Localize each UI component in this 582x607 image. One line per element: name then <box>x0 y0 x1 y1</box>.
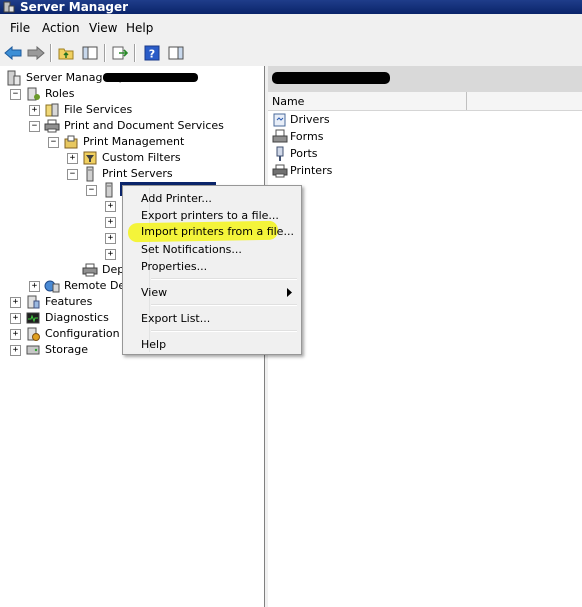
column-header-row: Name <box>268 92 582 111</box>
export-list-icon[interactable] <box>110 43 130 63</box>
tree-label-file-services: File Services <box>64 103 133 116</box>
expand-toggle[interactable]: + <box>29 105 40 116</box>
tree-item-roles[interactable]: − Roles <box>0 86 264 102</box>
menu-item-add-printer[interactable]: Add Printer... <box>141 192 212 205</box>
printer-icon <box>44 119 60 133</box>
collapse-toggle[interactable]: − <box>29 121 40 132</box>
tree-item-child-4[interactable]: + <box>0 246 130 262</box>
tree-item-server-manager[interactable]: Server Manager ( <box>0 70 264 86</box>
help-icon[interactable]: ? <box>142 43 162 63</box>
menu-separator <box>151 304 297 306</box>
list-item-forms: Forms <box>290 130 324 143</box>
details-pane[interactable]: Name Drivers Forms Ports Printers <box>268 66 582 607</box>
collapse-toggle[interactable]: − <box>86 185 97 196</box>
tree-label-configuration: Configuration <box>45 327 120 340</box>
expand-toggle[interactable]: + <box>10 329 21 340</box>
expand-toggle[interactable]: + <box>105 201 116 212</box>
tree-label-dep: Dep <box>102 263 125 276</box>
expand-toggle[interactable]: + <box>29 281 40 292</box>
details-header <box>268 66 582 92</box>
list-item-ports: Ports <box>290 147 318 160</box>
ports-icon <box>276 146 284 161</box>
tree-item-child-2[interactable]: + <box>0 214 130 230</box>
menu-item-import-printers[interactable]: Import printers from a file... <box>141 225 294 238</box>
back-arrow-icon[interactable] <box>3 43 23 63</box>
expand-toggle[interactable]: + <box>67 153 78 164</box>
server-manager-icon <box>7 70 21 86</box>
storage-icon <box>26 345 40 355</box>
show-hide-tree-icon[interactable] <box>80 43 100 63</box>
drivers-icon <box>273 113 286 127</box>
toolbar: ? <box>0 40 582 67</box>
collapse-toggle[interactable]: − <box>48 137 59 148</box>
server-icon <box>86 166 94 182</box>
expand-toggle[interactable]: + <box>10 297 21 308</box>
menu-item-export-list[interactable]: Export List... <box>141 312 210 325</box>
column-divider[interactable] <box>466 92 467 110</box>
tree-label-print-servers: Print Servers <box>102 167 173 180</box>
roles-icon <box>27 87 40 101</box>
collapse-toggle[interactable]: − <box>10 89 21 100</box>
tree-item-print-management[interactable]: − Print Management <box>0 134 264 150</box>
submenu-arrow-icon <box>287 288 292 297</box>
menu-item-view[interactable]: View <box>141 286 167 299</box>
menu-item-help[interactable]: Help <box>141 338 166 351</box>
printer-icon <box>82 263 98 277</box>
features-icon <box>27 295 40 309</box>
svg-text:?: ? <box>149 48 155 61</box>
expand-toggle[interactable]: + <box>10 313 21 324</box>
list-item-drivers: Drivers <box>290 113 330 126</box>
expand-toggle[interactable]: + <box>10 345 21 356</box>
menu-bar: File Action View Help <box>0 14 582 40</box>
forward-arrow-icon[interactable] <box>26 43 46 63</box>
collapse-toggle[interactable]: − <box>67 169 78 180</box>
context-menu: Add Printer... Export printers to a file… <box>122 185 302 355</box>
configuration-icon <box>27 327 40 341</box>
window-title: Server Manager <box>20 0 129 14</box>
tree-label-print-doc-services: Print and Document Services <box>64 119 224 132</box>
tree-label-roles: Roles <box>45 87 75 100</box>
expand-toggle[interactable]: + <box>105 233 116 244</box>
up-folder-icon[interactable] <box>56 43 76 63</box>
expand-toggle[interactable]: + <box>105 249 116 260</box>
tree-label-diagnostics: Diagnostics <box>45 311 109 324</box>
remote-desktop-icon <box>44 280 60 293</box>
list-item-printers: Printers <box>290 164 333 177</box>
show-action-pane-icon[interactable] <box>166 43 186 63</box>
menu-separator <box>151 278 297 280</box>
tree-label-storage: Storage <box>45 343 89 356</box>
filter-icon <box>83 151 97 165</box>
redacted-server-name <box>103 73 198 82</box>
tree-item-child-1[interactable]: + <box>0 198 130 214</box>
server-manager-icon <box>3 1 15 13</box>
tree-label-features: Features <box>45 295 93 308</box>
tree-item-print-servers[interactable]: − Print Servers <box>0 166 264 182</box>
forms-icon <box>272 129 288 143</box>
tree-item-child-3[interactable]: + <box>0 230 130 246</box>
tree-label-print-management: Print Management <box>83 135 185 148</box>
expand-toggle[interactable]: + <box>105 217 116 228</box>
tree-item-custom-filters[interactable]: + Custom Filters <box>0 150 264 166</box>
tree-label-remote-des: Remote Des <box>64 279 131 292</box>
column-header-name[interactable]: Name <box>272 95 304 108</box>
menu-item-set-notifications[interactable]: Set Notifications... <box>141 243 242 256</box>
menu-action[interactable]: Action <box>42 21 80 35</box>
diagnostics-icon <box>26 312 40 324</box>
menu-file[interactable]: File <box>10 21 30 35</box>
redacted-header-title <box>272 72 390 84</box>
print-management-icon <box>64 135 78 149</box>
tree-item-print-doc-services[interactable]: − Print and Document Services <box>0 118 264 134</box>
menu-item-properties[interactable]: Properties... <box>141 260 207 273</box>
server-icon <box>105 182 113 198</box>
menu-view[interactable]: View <box>89 21 117 35</box>
tree-item-file-services[interactable]: + File Services <box>0 102 264 118</box>
file-services-icon <box>45 103 59 117</box>
menu-help[interactable]: Help <box>126 21 153 35</box>
menu-separator <box>151 330 297 332</box>
window-titlebar[interactable]: Server Manager <box>0 0 582 14</box>
printer-icon <box>272 164 288 178</box>
tree-label-custom-filters: Custom Filters <box>102 151 181 164</box>
